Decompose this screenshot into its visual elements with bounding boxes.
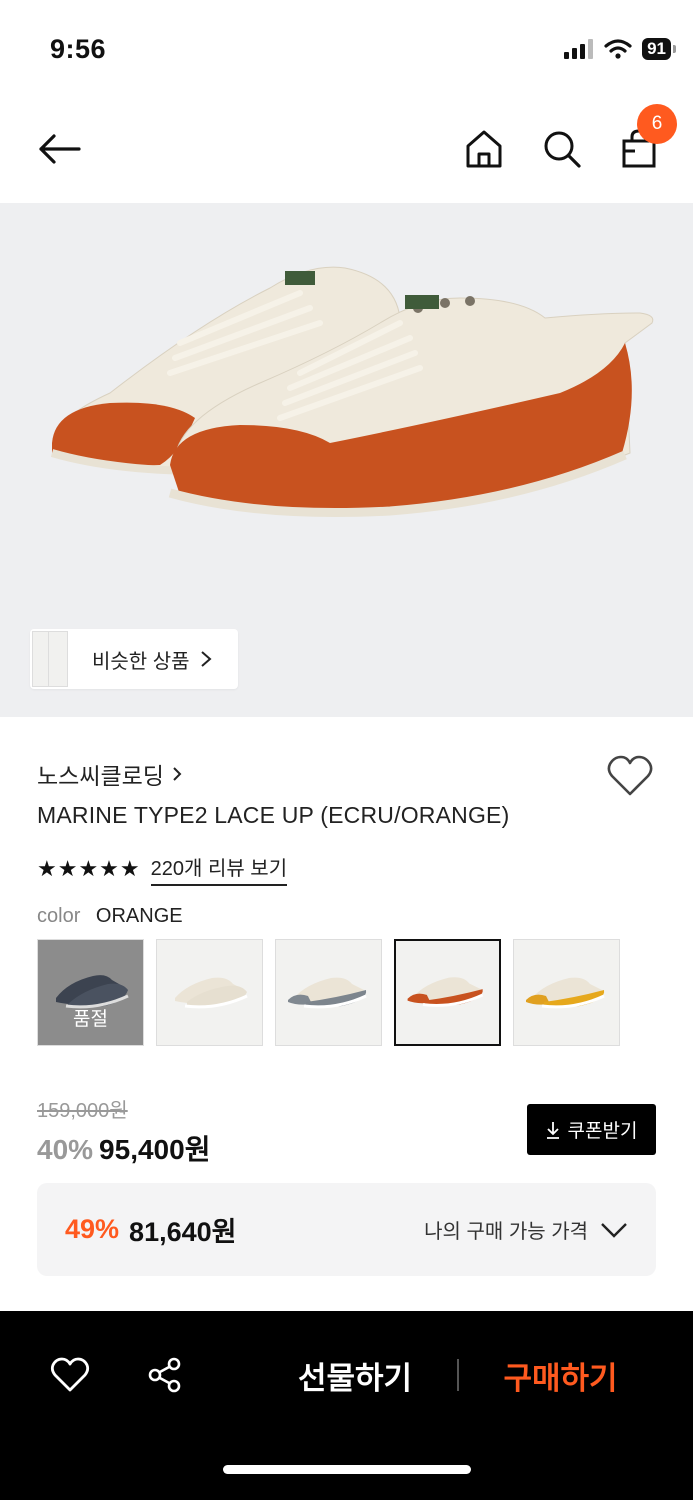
sold-out-label: 품절 [73,1009,108,1030]
heart-icon [607,755,653,796]
original-price: 159,000원 [37,1100,128,1122]
divider [457,1359,459,1391]
color-swatch-navy[interactable]: 품절 [37,939,144,1046]
rating-row: ★★★★★ 220개 리뷰 보기 [37,852,288,886]
home-button[interactable] [459,124,509,174]
my-purchase-price-toggle[interactable]: 49% 81,640원 나의 구매 가능 가격 [37,1183,656,1276]
shoe-thumbnail [288,977,367,1009]
review-link[interactable]: 220개 리뷰 보기 [150,852,288,886]
sale-price: 95,400원 [99,1134,211,1165]
share-icon [148,1357,181,1393]
gift-button[interactable]: 선물하기 [270,1347,440,1403]
bottom-action-bar: 선물하기 구매하기 [0,1311,693,1500]
share-button[interactable] [143,1353,187,1397]
bottom-wishlist-button[interactable] [48,1353,92,1397]
search-icon [544,131,581,168]
color-swatches: 품절 [37,939,620,1046]
color-selection-label: color ORANGE [37,905,183,928]
status-icons: 91 [564,38,676,60]
chevron-down-icon [601,1222,627,1238]
similar-products-button[interactable]: 비슷한 상품 [30,629,238,689]
shoe-thumbnail [175,977,248,1009]
my-price-label: 나의 구매 가능 가격 [424,1221,588,1243]
coupon-button-label: 쿠폰받기 [567,1121,638,1142]
nav-bar [0,100,693,203]
my-discount-rate: 49% [65,1214,120,1244]
coupon-download-button[interactable]: 쿠폰받기 [527,1104,656,1155]
search-button[interactable] [537,124,587,174]
color-swatch-yellow[interactable] [513,939,620,1046]
color-swatch-gray[interactable] [275,939,382,1046]
shoe-thumbnail [407,977,484,1007]
product-image[interactable]: 비슷한 상품 [0,203,693,717]
rating-stars: ★★★★★ [37,856,141,881]
heart-icon [50,1357,90,1392]
shoe-thumbnail [526,977,605,1009]
chevron-right-icon [200,651,212,667]
similar-products-thumbnails [30,629,78,689]
similar-products-label: 비슷한 상품 [92,650,190,673]
wishlist-button[interactable] [606,754,654,802]
cart-count-badge: 6 [637,104,677,144]
download-icon [546,1121,559,1139]
buy-button[interactable]: 구매하기 [478,1347,643,1403]
cellular-signal-icon [564,39,594,59]
color-value: ORANGE [95,905,183,927]
arrow-left-icon [39,134,81,164]
my-price: 81,640원 [129,1217,237,1247]
price-row: 40% 95,400원 [37,1128,210,1168]
color-swatch-ecru[interactable] [156,939,263,1046]
brand-name: 노스씨클로딩 [37,763,164,789]
home-icon [466,130,502,168]
brand-link[interactable]: 노스씨클로딩 [37,757,182,791]
status-time: 9:56 [50,34,107,64]
wifi-icon [604,39,632,59]
status-bar: 9:56 91 [0,0,693,100]
battery-indicator: 91 [642,38,676,60]
back-button[interactable] [34,124,84,174]
chevron-right-icon [173,767,182,781]
color-swatch-orange[interactable] [394,939,501,1046]
home-indicator [223,1465,471,1474]
color-label: color [37,905,81,927]
product-name: MARINE TYPE2 LACE UP (ECRU/ORANGE) [37,802,510,828]
discount-rate: 40% [37,1134,94,1165]
